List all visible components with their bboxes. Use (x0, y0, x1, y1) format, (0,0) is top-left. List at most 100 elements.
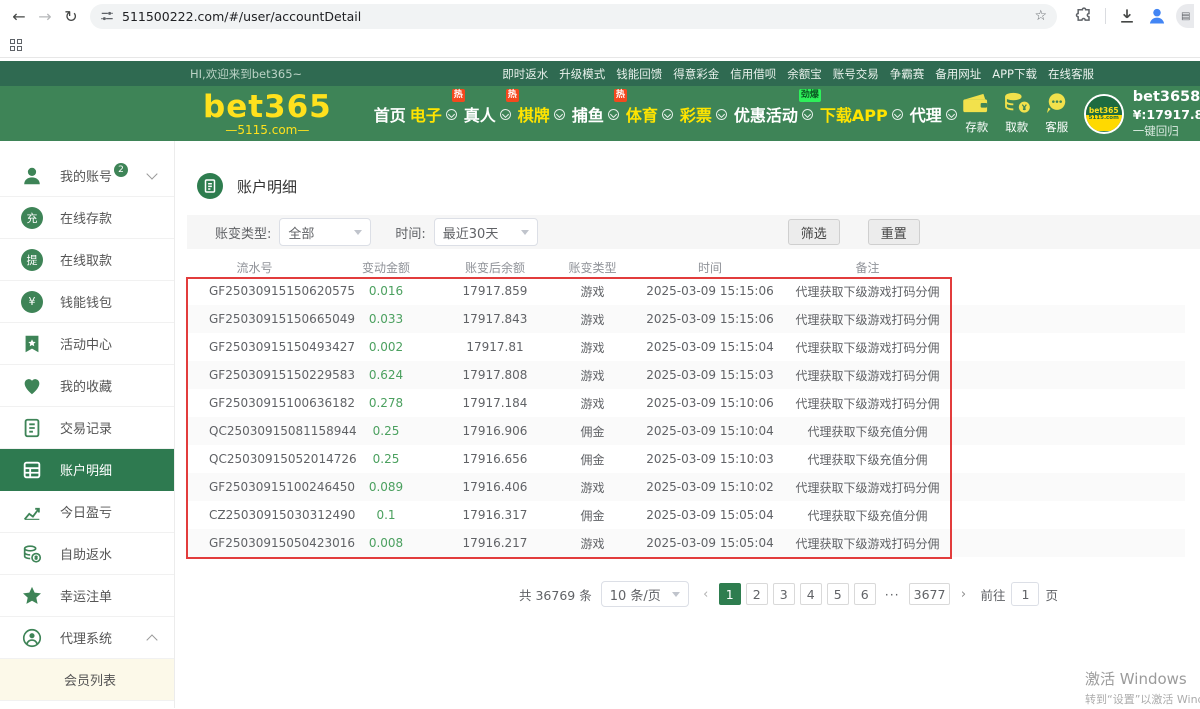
sidebar-item-活动中心[interactable]: 活动中心 (0, 323, 174, 365)
site-info-icon[interactable] (100, 9, 114, 23)
sidebar-item-label: 交易记录 (60, 418, 112, 437)
sidebar-item-代理系统[interactable]: 代理系统 (0, 617, 174, 659)
topbar-link[interactable]: 信用借呗 (730, 66, 776, 82)
prev-page-button[interactable]: ‹ (698, 587, 714, 602)
table-row[interactable]: GF250309150504230160.00817916.217游戏2025-… (187, 529, 1185, 557)
site-logo[interactable]: bet365 —5115.com— (203, 92, 332, 136)
nav-item-下载APP[interactable]: 下载APP (818, 102, 908, 126)
sidebar-item-label: 今日盈亏 (60, 502, 112, 521)
reset-button[interactable]: 重置 (868, 219, 920, 245)
page-button-4[interactable]: 4 (800, 583, 822, 605)
table-row[interactable]: QC250309150811589440.2517916.906佣金2025-0… (187, 417, 1185, 445)
page-button-5[interactable]: 5 (827, 583, 849, 605)
toolbar-divider (1105, 8, 1106, 24)
table-row[interactable]: GF250309151502295830.62417917.808游戏2025-… (187, 361, 1185, 389)
page-button-6[interactable]: 6 (854, 583, 876, 605)
browser-menu-partial[interactable]: ▤ (1176, 4, 1194, 28)
sidebar-item-在线存款[interactable]: 充在线存款 (0, 197, 174, 239)
apps-grid-icon[interactable] (10, 39, 22, 51)
quick-取款[interactable]: 取款 (1002, 92, 1032, 135)
topbar-link[interactable]: 得意彩金 (673, 66, 719, 82)
remark-cell: 代理获取下级游戏打码分佣 (775, 395, 960, 412)
deposit-icon: 充 (20, 206, 44, 230)
type-filter-select[interactable]: 全部 (279, 218, 371, 246)
withdraw-icon: 提 (20, 248, 44, 272)
topbar-link[interactable]: 账号交易 (833, 66, 879, 82)
serial-cell: QC25030915052014726 (187, 452, 322, 466)
nav-item-棋牌[interactable]: 棋牌 (516, 102, 570, 126)
bookmark-star-icon[interactable]: ☆ (1034, 8, 1047, 24)
forward-icon[interactable]: → (32, 3, 58, 29)
quick-客服[interactable]: 客服 (1042, 92, 1072, 135)
type-cell: 游戏 (540, 535, 645, 552)
topbar-link[interactable]: 余额宝 (787, 66, 822, 82)
sidebar-item-幸运注单[interactable]: 幸运注单 (0, 575, 174, 617)
remark-cell: 代理获取下级游戏打码分佣 (775, 283, 960, 300)
table-row[interactable]: GF250309151506205750.01617917.859游戏2025-… (187, 277, 1185, 305)
time-filter-select[interactable]: 最近30天 (434, 218, 538, 246)
nav-item-体育[interactable]: 体育 (624, 102, 678, 126)
table-row[interactable]: GF250309151504934270.00217917.81游戏2025-0… (187, 333, 1185, 361)
filter-button[interactable]: 筛选 (788, 219, 840, 245)
table-row[interactable]: GF250309151506650490.03317917.843游戏2025-… (187, 305, 1185, 333)
nav-item-代理[interactable]: 代理 (908, 102, 962, 126)
page-size-select[interactable]: 10 条/页 (601, 581, 689, 607)
sidebar-item-今日盈亏[interactable]: 今日盈亏 (0, 491, 174, 533)
bookmarks-bar (0, 32, 1200, 58)
chevron-down-circle-icon (662, 109, 673, 120)
next-page-button[interactable]: › (955, 587, 971, 602)
nav-item-优惠活动[interactable]: 劲爆优惠活动 (732, 102, 818, 126)
one-key-return-button[interactable]: 一键回归 (1133, 124, 1200, 139)
profile-avatar-icon[interactable] (1147, 6, 1167, 26)
table-header-row: 流水号变动金额账变后余额账变类型时间备注 (187, 257, 1185, 277)
browser-toolbar: ← → ↻ 511500222.com/#/user/accountDetail… (0, 0, 1200, 32)
filter-bar: 账变类型: 全部 时间: 最近30天 筛选 重置 (187, 215, 1200, 249)
sidebar-item-自助返水[interactable]: 自助返水 (0, 533, 174, 575)
sidebar-item-我的收藏[interactable]: 我的收藏 (0, 365, 174, 407)
heart-icon (20, 374, 44, 398)
page-button-1[interactable]: 1 (719, 583, 741, 605)
table-row[interactable]: GF250309151002464500.08917916.406游戏2025-… (187, 473, 1185, 501)
sidebar-item-交易记录[interactable]: 交易记录 (0, 407, 174, 449)
page-button-3677[interactable]: 3677 (909, 583, 951, 605)
chevron-down-icon[interactable] (146, 168, 157, 179)
refresh-icon[interactable]: ↻ (58, 3, 84, 29)
amount-cell: 0.278 (322, 396, 450, 410)
nav-item-电子[interactable]: 热电子 (408, 102, 462, 126)
sidebar-item-在线取款[interactable]: 提在线取款 (0, 239, 174, 281)
nav-item-捕鱼[interactable]: 热捕鱼 (570, 102, 624, 126)
nav-item-首页[interactable]: 首页 (372, 102, 408, 126)
download-icon[interactable] (1117, 6, 1137, 26)
sidebar-item-我的账号[interactable]: 我的账号2 (0, 155, 174, 197)
goto-page-input[interactable] (1011, 582, 1039, 606)
topbar-link[interactable]: 钱能回馈 (616, 66, 662, 82)
watermark-line2: 转到“设置”以激活 Wind (1085, 691, 1200, 707)
sidebar-item-账户明细[interactable]: 账户明细 (0, 449, 174, 491)
topbar-link[interactable]: APP下载 (992, 66, 1037, 82)
page-button-3[interactable]: 3 (773, 583, 795, 605)
quick-存款[interactable]: 存款 (962, 92, 992, 135)
topbar-link[interactable]: 争霸赛 (890, 66, 925, 82)
sidebar-item-会员列表[interactable]: 会员列表 (0, 659, 174, 701)
sidebar-item-钱能钱包[interactable]: ¥钱能钱包 (0, 281, 174, 323)
topbar-link[interactable]: 升级模式 (559, 66, 605, 82)
chevron-down-icon (354, 230, 362, 235)
extensions-icon[interactable] (1074, 6, 1094, 26)
table-row[interactable]: CZ250309150303124900.117916.317佣金2025-03… (187, 501, 1185, 529)
table-row[interactable]: QC250309150520147260.2517916.656佣金2025-0… (187, 445, 1185, 473)
topbar-link[interactable]: 即时返水 (502, 66, 548, 82)
topbar-link[interactable]: 备用网址 (935, 66, 981, 82)
chevron-up-icon[interactable] (146, 634, 157, 645)
nav-item-彩票[interactable]: 彩票 (678, 102, 732, 126)
nav-label: 首页 (374, 102, 406, 126)
address-bar[interactable]: 511500222.com/#/user/accountDetail ☆ (90, 4, 1057, 29)
nav-item-真人[interactable]: 热真人 (462, 102, 516, 126)
table-row[interactable]: GF250309151006361820.27817917.184游戏2025-… (187, 389, 1185, 417)
url-text[interactable]: 511500222.com/#/user/accountDetail (122, 9, 361, 24)
sidebar-item-label: 我的账号 (60, 166, 112, 185)
topbar-link[interactable]: 在线客服 (1048, 66, 1094, 82)
back-icon[interactable]: ← (6, 3, 32, 29)
rebate-icon (20, 542, 44, 566)
page-button-2[interactable]: 2 (746, 583, 768, 605)
chevron-down-circle-icon (892, 109, 903, 120)
